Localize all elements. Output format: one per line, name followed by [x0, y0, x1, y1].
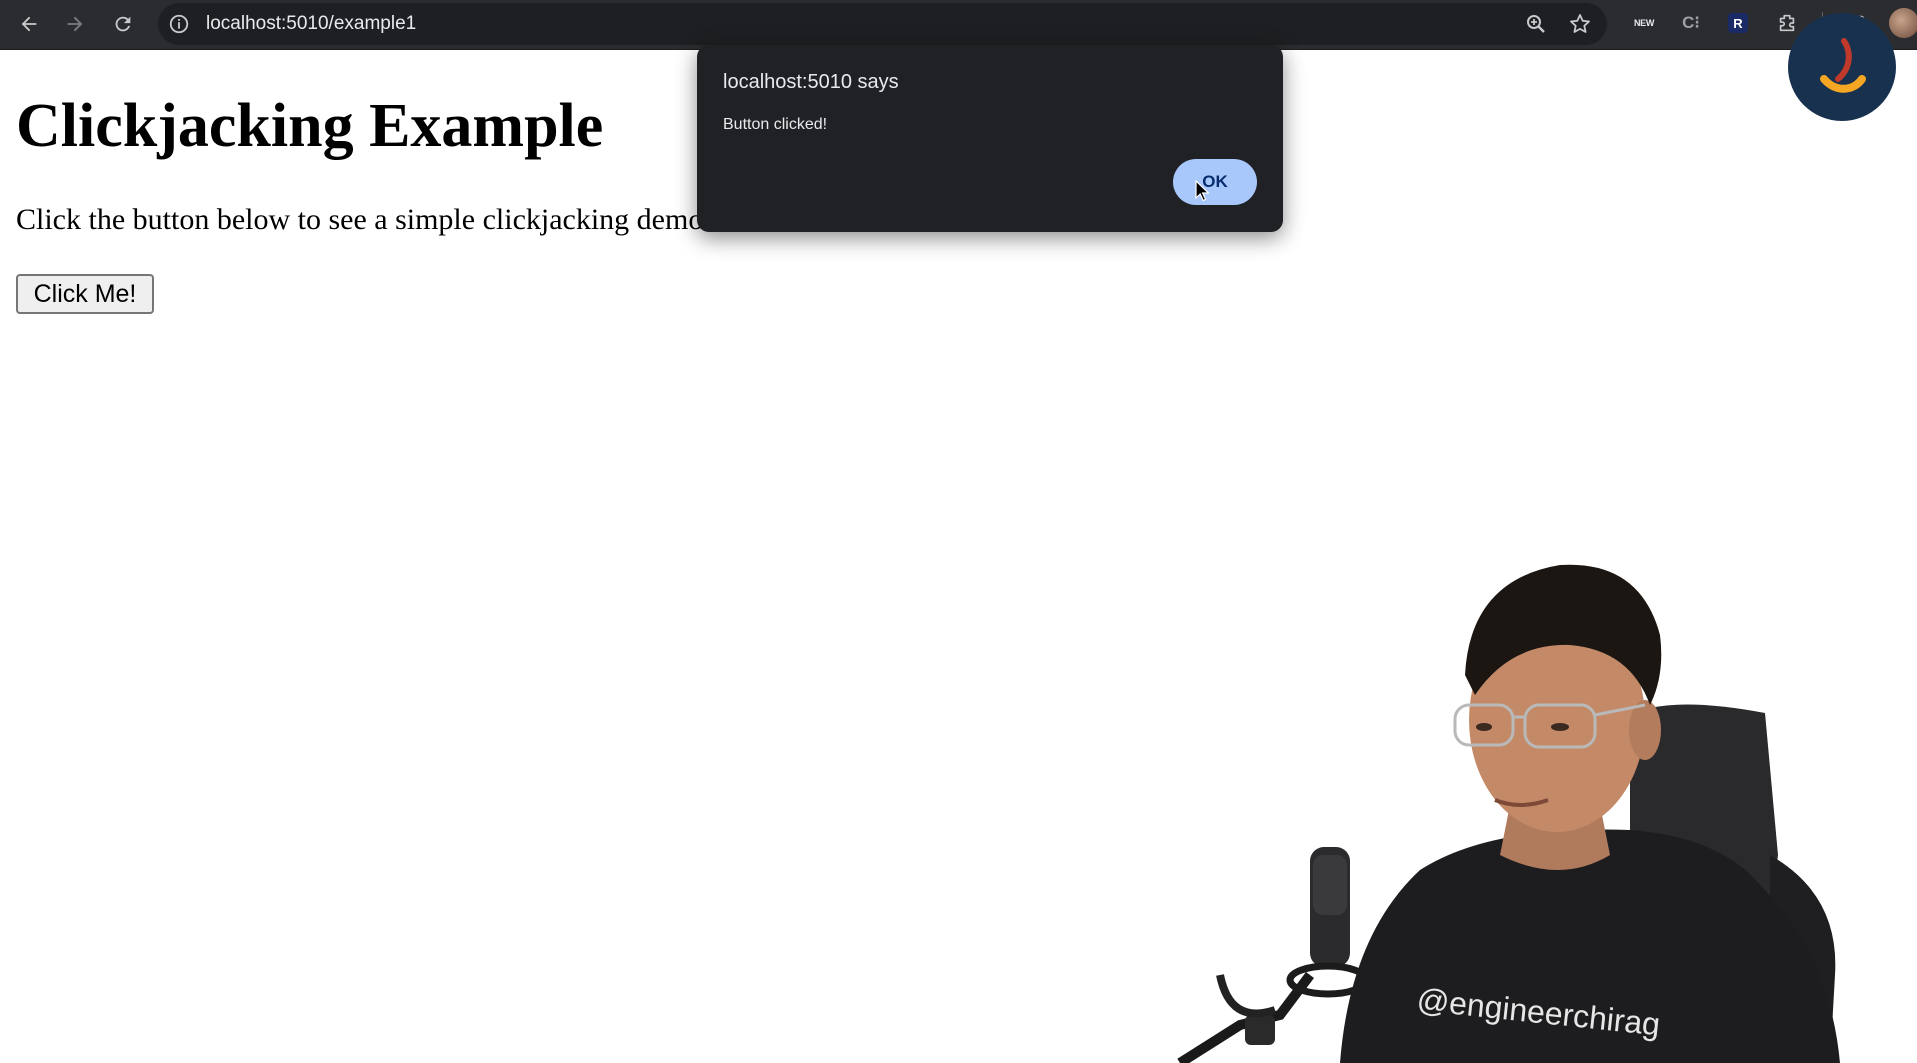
arrow-left-icon: [21, 16, 37, 32]
address-bar[interactable]: localhost:5010/example1: [158, 3, 1607, 45]
page-description: Click the button below to see a simple c…: [16, 203, 816, 236]
forward-button[interactable]: [55, 4, 95, 44]
back-button[interactable]: [9, 4, 49, 44]
reload-button[interactable]: [103, 4, 143, 44]
extension-code-icon[interactable]: C⁝: [1676, 8, 1706, 38]
webcam-overlay: @engineerchirag: [1177, 564, 1840, 1063]
browser-toolbar: localhost:5010/example1 NEW C⁝ R: [0, 0, 1917, 50]
dialog-title: localhost:5010 says: [723, 71, 899, 93]
page-title: Clickjacking Example: [16, 92, 604, 160]
channel-logo: [1788, 13, 1896, 121]
extension-r-icon[interactable]: R: [1728, 13, 1748, 33]
url-text[interactable]: localhost:5010/example1: [206, 3, 416, 45]
ok-button[interactable]: OK: [1173, 159, 1257, 205]
logo-mark-icon: [1820, 38, 1866, 93]
alert-dialog: localhost:5010 says Button clicked! OK: [697, 45, 1283, 232]
extension-new-icon[interactable]: NEW: [1629, 8, 1659, 38]
arrow-right-icon: [67, 16, 83, 32]
bookmark-star-icon[interactable]: [1568, 12, 1592, 36]
reload-icon: [115, 16, 131, 32]
zoom-icon[interactable]: [1524, 12, 1548, 36]
site-info-icon[interactable]: [168, 13, 190, 35]
click-me-button[interactable]: Click Me!: [16, 274, 154, 314]
mouse-cursor-icon: [1195, 180, 1209, 202]
dialog-message: Button clicked!: [723, 116, 828, 133]
